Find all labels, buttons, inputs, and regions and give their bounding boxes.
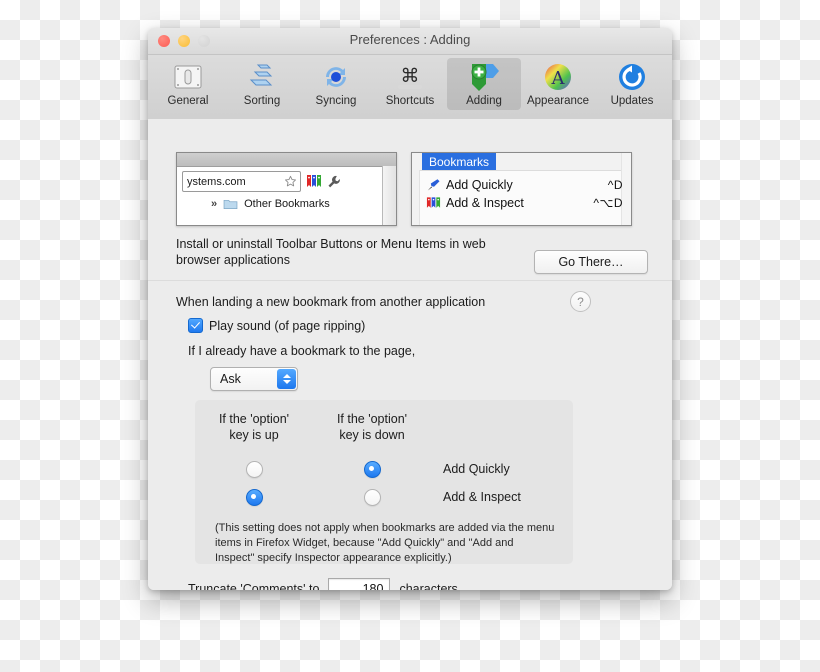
radio-row-add-inspect: Add & Inspect bbox=[195, 483, 573, 511]
help-button[interactable]: ? bbox=[570, 291, 591, 312]
preview-folder-label: Other Bookmarks bbox=[244, 198, 330, 210]
existing-bookmark-popup[interactable]: Ask bbox=[210, 367, 298, 391]
preview-menu-item-add-quickly: Add Quickly ^D bbox=[412, 176, 631, 194]
tab-syncing[interactable]: Syncing bbox=[299, 58, 373, 110]
preview-browser-chrome bbox=[177, 153, 396, 167]
truncate-label: Truncate 'Comments' to bbox=[188, 582, 319, 590]
preview-url-field: ystems.com bbox=[182, 171, 301, 192]
appearance-icon: A bbox=[541, 60, 575, 94]
preview-url-text: ystems.com bbox=[187, 176, 246, 188]
window-titlebar: Preferences : Adding bbox=[148, 28, 672, 55]
option-key-up-header-line1: If the 'option' bbox=[195, 411, 313, 427]
tab-shortcuts[interactable]: ⌘ Shortcuts bbox=[373, 58, 447, 110]
option-key-groupbox: If the 'option' key is up If the 'option… bbox=[195, 400, 573, 564]
play-sound-row[interactable]: Play sound (of page ripping) bbox=[188, 318, 365, 333]
radio-cell-up-add-inspect[interactable] bbox=[195, 489, 313, 506]
folder-icon bbox=[223, 198, 238, 210]
shortcuts-icon: ⌘ bbox=[393, 60, 427, 94]
option-key-radio-grid: Add Quickly Add & Inspect bbox=[195, 455, 573, 511]
tab-adding[interactable]: Adding bbox=[447, 58, 521, 110]
option-key-down-header: If the 'option' key is down bbox=[313, 411, 431, 443]
truncate-comments-row: Truncate 'Comments' to 180 characters bbox=[188, 578, 458, 590]
radio-row-add-quickly: Add Quickly bbox=[195, 455, 573, 483]
tab-updates[interactable]: Updates bbox=[595, 58, 669, 110]
radio-row-label: Add Quickly bbox=[443, 462, 510, 476]
updates-icon bbox=[615, 60, 649, 94]
tab-general[interactable]: General bbox=[151, 58, 225, 110]
menu-items-preview: Bookmarks Add Quickly ^D bbox=[411, 152, 632, 226]
radio-up-add-inspect[interactable] bbox=[246, 489, 263, 506]
existing-bookmark-label: If I already have a bookmark to the page… bbox=[188, 344, 415, 358]
tab-shortcuts-label: Shortcuts bbox=[386, 95, 435, 107]
play-sound-checkbox[interactable] bbox=[188, 318, 203, 333]
syncing-icon bbox=[319, 60, 353, 94]
install-section: Install or uninstall Toolbar Buttons or … bbox=[176, 236, 646, 268]
preview-scrollbar bbox=[382, 166, 396, 225]
svg-text:A: A bbox=[551, 68, 566, 89]
option-key-down-header-line2: key is down bbox=[313, 427, 431, 443]
svg-text:⌘: ⌘ bbox=[401, 65, 420, 87]
radio-cell-down-add-quickly[interactable] bbox=[313, 461, 431, 478]
sorting-icon bbox=[245, 60, 279, 94]
star-outline-icon bbox=[284, 175, 297, 188]
preview-row: ystems.com bbox=[176, 152, 632, 226]
radio-up-add-quickly[interactable] bbox=[246, 461, 263, 478]
play-sound-label: Play sound (of page ripping) bbox=[209, 319, 365, 333]
radio-down-add-quickly[interactable] bbox=[364, 461, 381, 478]
preview-menu-label: Add & Inspect bbox=[446, 196, 593, 210]
radio-row-label: Add & Inspect bbox=[443, 490, 521, 504]
tab-general-label: General bbox=[168, 95, 209, 107]
bookmark-ribbons-icon bbox=[306, 174, 322, 189]
tab-sorting[interactable]: Sorting bbox=[225, 58, 299, 110]
option-key-up-header: If the 'option' key is up bbox=[195, 411, 313, 443]
option-key-up-header-line2: key is up bbox=[195, 427, 313, 443]
window-title: Preferences : Adding bbox=[148, 32, 672, 47]
preview-menubar: Bookmarks bbox=[412, 153, 631, 171]
install-description: Install or uninstall Toolbar Buttons or … bbox=[176, 236, 506, 268]
wrench-icon bbox=[327, 175, 341, 189]
chevron-double-right-icon: » bbox=[211, 198, 217, 210]
browser-toolbar-preview: ystems.com bbox=[176, 152, 397, 226]
general-icon bbox=[171, 60, 205, 94]
pin-icon bbox=[426, 178, 441, 192]
section-divider bbox=[148, 280, 672, 281]
preview-menu-item-add-inspect: Add & Inspect ^⌥D bbox=[412, 194, 631, 212]
option-key-headers: If the 'option' key is up If the 'option… bbox=[195, 400, 573, 443]
preview-menu-title: Bookmarks bbox=[422, 153, 496, 170]
preview-menu-shortcut: ^⌥D bbox=[593, 196, 623, 210]
preview-menu-shortcut: ^D bbox=[608, 178, 623, 192]
preferences-toolbar: General Sorting Syncing ⌘ bbox=[148, 55, 672, 123]
tab-updates-label: Updates bbox=[611, 95, 654, 107]
preview-menu-label: Add Quickly bbox=[446, 178, 608, 192]
landing-section-title: When landing a new bookmark from another… bbox=[176, 295, 485, 309]
go-there-button[interactable]: Go There… bbox=[534, 250, 648, 274]
existing-bookmark-popup-value: Ask bbox=[211, 372, 277, 386]
preview-other-bookmarks-row: » Other Bookmarks bbox=[177, 192, 396, 210]
tab-adding-label: Adding bbox=[466, 95, 502, 107]
preview-browser-row: ystems.com bbox=[177, 167, 396, 192]
truncate-value-input[interactable]: 180 bbox=[328, 578, 390, 590]
tab-appearance[interactable]: A Appearance bbox=[521, 58, 595, 110]
radio-down-add-inspect[interactable] bbox=[364, 489, 381, 506]
option-key-note: (This setting does not apply when bookma… bbox=[195, 511, 573, 566]
preferences-content: ystems.com bbox=[148, 119, 672, 590]
adding-icon bbox=[467, 60, 501, 94]
option-key-down-header-line1: If the 'option' bbox=[313, 411, 431, 427]
truncate-unit-label: characters bbox=[399, 582, 457, 590]
preferences-window: Preferences : Adding General Sorting bbox=[148, 28, 672, 590]
radio-cell-up-add-quickly[interactable] bbox=[195, 461, 313, 478]
chevron-updown-icon bbox=[277, 369, 296, 389]
radio-cell-down-add-inspect[interactable] bbox=[313, 489, 431, 506]
tab-syncing-label: Syncing bbox=[316, 95, 357, 107]
tab-sorting-label: Sorting bbox=[244, 95, 280, 107]
tab-appearance-label: Appearance bbox=[527, 95, 589, 107]
bookmark-ribbons-icon bbox=[426, 196, 441, 210]
